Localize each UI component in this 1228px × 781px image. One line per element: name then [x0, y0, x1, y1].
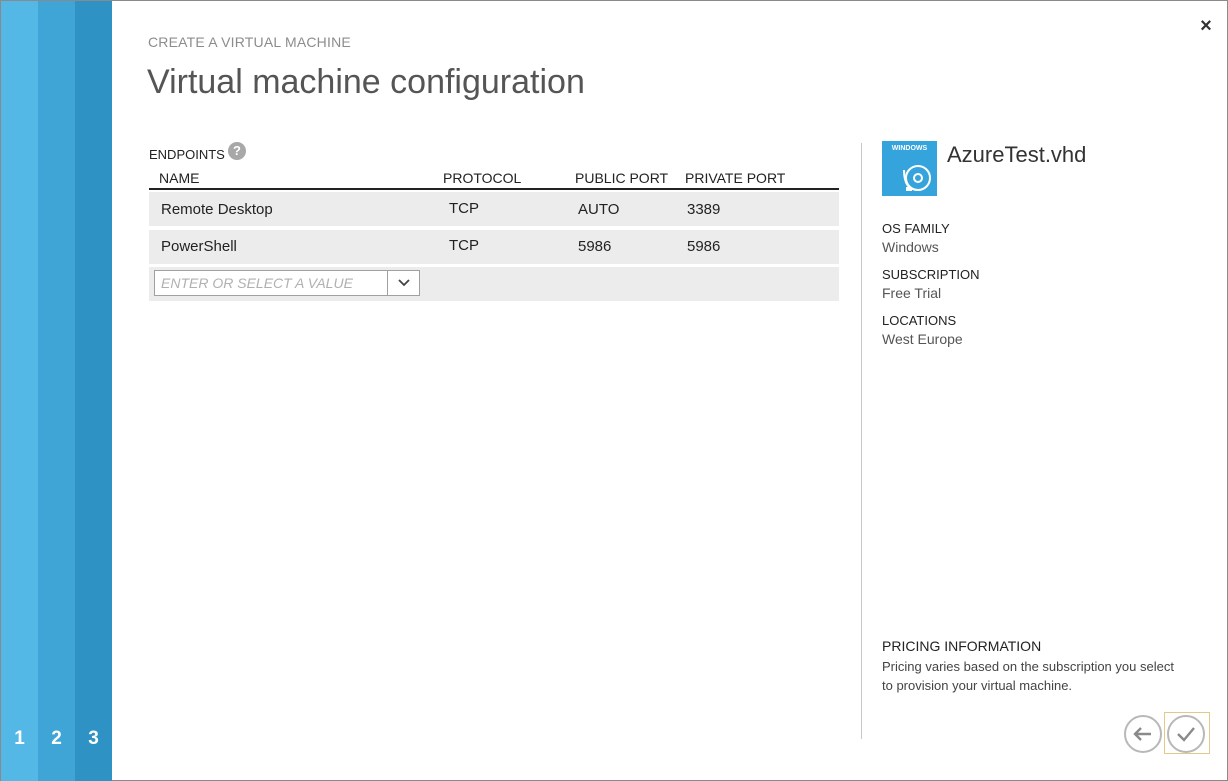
image-name: AzureTest.vhd — [947, 142, 1087, 167]
chevron-down-icon[interactable] — [387, 271, 419, 295]
os-family-value: Windows — [882, 239, 939, 255]
pricing-text: Pricing varies based on the subscription… — [882, 659, 1174, 693]
wizard-overtitle: CREATE A VIRTUAL MACHINE — [148, 34, 351, 50]
endpoint-name: PowerShell — [161, 238, 237, 255]
endpoint-private-port: 5986 — [687, 238, 721, 255]
step-3-tab[interactable]: 3 — [75, 1, 112, 781]
windows-disk-icon: WINDOWS — [882, 141, 937, 196]
step-2-number: 2 — [51, 728, 62, 749]
endpoint-name-input[interactable] — [155, 271, 389, 295]
new-endpoint-row — [149, 267, 839, 301]
column-header-public-port: PUBLIC PORT — [575, 170, 669, 186]
column-header-protocol: PROTOCOL — [443, 170, 522, 186]
endpoint-public-port: 5986 — [578, 238, 612, 255]
page-title: Virtual machine configuration — [147, 63, 585, 101]
endpoint-protocol: TCP — [449, 200, 479, 217]
step-1-tab[interactable]: 1 — [1, 1, 38, 781]
finish-button[interactable] — [1167, 715, 1205, 753]
endpoint-name: Remote Desktop — [161, 201, 273, 218]
subscription-value: Free Trial — [882, 285, 942, 301]
step-2-tab[interactable]: 2 — [38, 1, 75, 781]
endpoint-protocol: TCP — [449, 237, 479, 254]
table-row[interactable]: PowerShell TCP 5986 5986 — [149, 230, 839, 264]
step-1-number: 1 — [14, 728, 25, 749]
column-header-private-port: PRIVATE PORT — [685, 170, 786, 186]
step-3-number: 3 — [88, 728, 99, 749]
help-icon[interactable]: ? — [228, 142, 246, 160]
locations-label: LOCATIONS — [882, 313, 957, 328]
endpoint-public-port: AUTO — [578, 201, 620, 218]
table-header-rule — [149, 188, 839, 190]
subscription-label: SUBSCRIPTION — [882, 267, 980, 282]
os-family-label: OS FAMILY — [882, 221, 950, 236]
close-icon[interactable]: × — [1196, 15, 1216, 37]
back-arrow-icon — [1133, 727, 1151, 741]
pricing-title: PRICING INFORMATION — [882, 638, 1042, 654]
endpoint-combobox[interactable] — [154, 270, 420, 296]
endpoints-label: ENDPOINTS — [149, 147, 225, 162]
checkmark-icon — [1177, 727, 1195, 742]
table-row[interactable]: Remote Desktop TCP AUTO 3389 — [149, 192, 839, 226]
panel-divider — [861, 143, 862, 739]
endpoint-private-port: 3389 — [687, 201, 721, 218]
locations-value: West Europe — [882, 331, 963, 347]
column-header-name: NAME — [159, 170, 200, 186]
back-button[interactable] — [1124, 715, 1162, 753]
create-vm-wizard: 1 2 3 × CREATE A VIRTUAL MACHINE Virtual… — [0, 0, 1228, 781]
